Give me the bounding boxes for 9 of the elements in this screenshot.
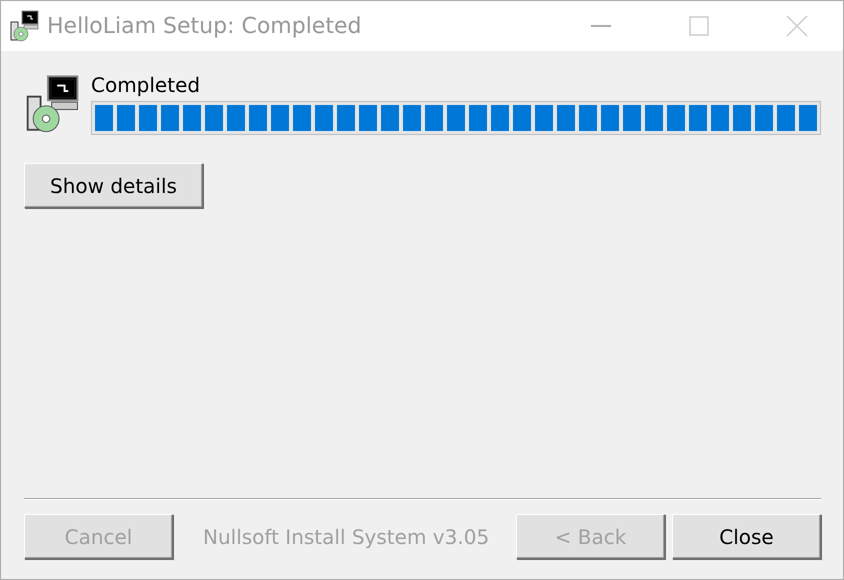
show-details-button[interactable]: Show details (24, 163, 203, 208)
status-label: Completed (91, 73, 202, 97)
branding-text: Nullsoft Install System v3.05 (203, 524, 490, 548)
close-button[interactable]: Close (672, 514, 821, 559)
installer-icon (9, 9, 41, 43)
maximize-icon[interactable] (689, 16, 709, 36)
minimize-icon[interactable] (591, 25, 611, 27)
close-icon[interactable] (786, 15, 808, 37)
window-title: HelloLiam Setup: Completed (47, 14, 362, 38)
